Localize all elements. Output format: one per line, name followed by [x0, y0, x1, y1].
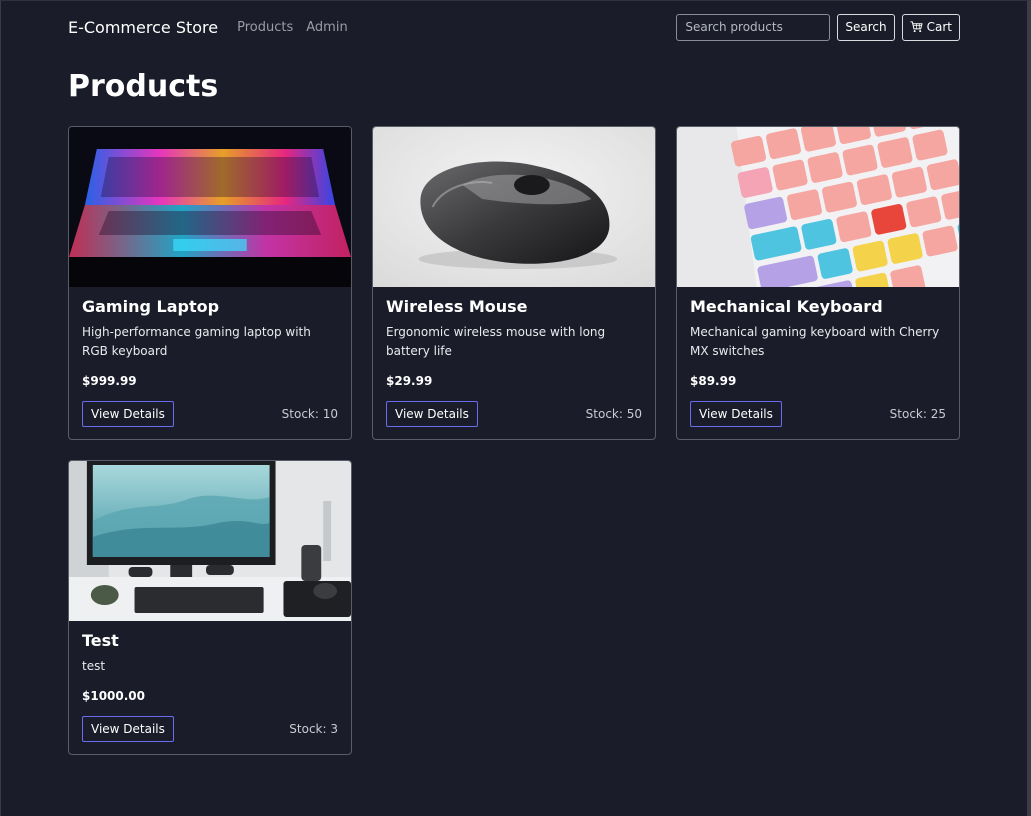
view-details-button[interactable]: View Details: [82, 401, 174, 427]
view-details-button[interactable]: View Details: [82, 716, 174, 742]
product-price: $29.99: [386, 374, 433, 388]
navbar: E-Commerce Store Products Admin Search C…: [68, 12, 960, 42]
product-card: Wireless Mouse Ergonomic wireless mouse …: [372, 126, 656, 440]
mouse-image: [373, 127, 655, 287]
card-footer: View Details Stock: 3: [82, 716, 338, 742]
product-price: $1000.00: [82, 689, 146, 703]
search-button[interactable]: Search: [837, 13, 895, 41]
cart-icon: [910, 21, 923, 33]
product-description: High-performance gaming laptop with RGB …: [82, 325, 311, 358]
product-description: Ergonomic wireless mouse with long batte…: [386, 325, 606, 358]
card-body: Test test $1000.00 View Details Stock: 3: [69, 621, 351, 754]
cart-label: Cart: [926, 20, 952, 34]
laptop-image: [69, 127, 351, 287]
view-details-button[interactable]: View Details: [386, 401, 478, 427]
brand-logo[interactable]: E-Commerce Store: [68, 18, 218, 37]
stock-count: Stock: 25: [889, 407, 946, 421]
nav-link-admin[interactable]: Admin: [306, 20, 347, 35]
product-card: Mechanical Keyboard Mechanical gaming ke…: [676, 126, 960, 440]
stock-count: Stock: 3: [289, 722, 338, 736]
product-card: Gaming Laptop High-performance gaming la…: [68, 126, 352, 440]
card-footer: View Details Stock: 50: [386, 401, 642, 427]
product-title: Gaming Laptop: [82, 297, 220, 316]
product-description: Mechanical gaming keyboard with Cherry M…: [690, 325, 940, 358]
card-body: Mechanical Keyboard Mechanical gaming ke…: [677, 287, 959, 439]
desk-setup-image: [69, 461, 351, 621]
page-title: Products: [68, 69, 219, 104]
card-body: Gaming Laptop High-performance gaming la…: [69, 287, 351, 439]
product-title: Mechanical Keyboard: [690, 297, 883, 316]
search-input[interactable]: [676, 13, 831, 41]
product-card: Test test $1000.00 View Details Stock: 3: [68, 460, 352, 755]
product-grid: Gaming Laptop High-performance gaming la…: [68, 126, 960, 755]
cart-button[interactable]: Cart: [901, 13, 960, 41]
card-footer: View Details Stock: 25: [690, 401, 946, 427]
product-title: Wireless Mouse: [386, 297, 528, 316]
product-price: $999.99: [82, 374, 137, 388]
product-description: test: [82, 659, 106, 673]
card-body: Wireless Mouse Ergonomic wireless mouse …: [373, 287, 655, 439]
nav-actions: Search Cart: [676, 13, 960, 41]
card-footer: View Details Stock: 10: [82, 401, 338, 427]
keyboard-image: [677, 127, 959, 287]
product-title: Test: [82, 631, 119, 650]
nav-link-products[interactable]: Products: [237, 20, 293, 35]
stock-count: Stock: 10: [281, 407, 338, 421]
stock-count: Stock: 50: [585, 407, 642, 421]
browser-viewport: E-Commerce Store Products Admin Search C…: [0, 0, 1031, 816]
view-details-button[interactable]: View Details: [690, 401, 782, 427]
product-price: $89.99: [690, 374, 737, 388]
